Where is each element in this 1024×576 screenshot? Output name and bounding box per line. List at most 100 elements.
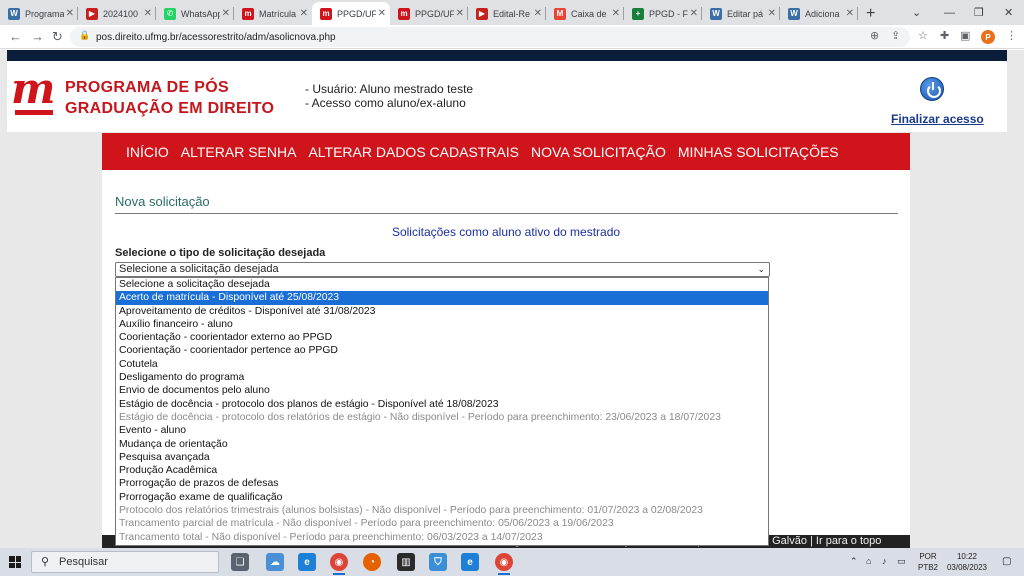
tab-close-icon[interactable]: ✕ [378,8,386,19]
tab-close-icon[interactable]: ✕ [456,8,464,19]
gmail-icon: M [554,7,566,20]
browser-tab[interactable]: ✆ WhatsApp ✕ [156,2,234,25]
app-icon[interactable]: ▥ [397,553,415,571]
browser-tab[interactable]: M Caixa de ✕ [546,2,624,25]
chevron-down-icon[interactable]: ⌄ [757,263,765,276]
clock-time: 10:22 [956,552,978,561]
side-panel-icon[interactable]: ▣ [960,29,970,42]
select-option[interactable]: Acerto de matrícula - Disponível até 25/… [116,291,768,305]
address-bar[interactable]: 🔒 pos.direito.ufmg.br/acessorestrito/adm… [70,27,910,47]
menu-item[interactable]: MINHAS SOLICITAÇÕES [678,144,839,160]
tray-chevron-icon[interactable]: ⌃ [850,556,858,567]
browser-tab[interactable]: ▶ 2024100 ✕ [78,2,156,25]
menu-item[interactable]: INÍCIO [126,144,169,160]
speaker-icon[interactable]: ♪ [882,556,887,567]
tab-close-icon[interactable]: ✕ [846,8,854,19]
tab-search-icon[interactable]: ⌄ [912,0,921,25]
battery-icon[interactable]: ▭ [897,556,906,567]
select-option[interactable]: Selecione a solicitação desejada [116,278,768,291]
tab-close-icon[interactable]: ✕ [66,8,74,19]
chrome-profile-icon[interactable]: ◉ [495,553,513,571]
tab-label: WhatsApp [181,8,220,19]
select-option[interactable]: Prorrogação exame de qualificação [116,491,768,504]
browser-tab[interactable]: m PPGD/UF ✕ [312,2,390,25]
browser-tab[interactable]: + PPGD - F ✕ [624,2,702,25]
browser-tab[interactable]: W Editar pá ✕ [702,2,780,25]
weather-icon[interactable]: ☁ [266,553,284,571]
tab-label: Caixa de [571,8,607,19]
select-option[interactable]: Evento - aluno [116,424,768,437]
browser-tab[interactable]: W Programa ✕ [0,2,78,25]
browser-tab[interactable]: W Adiciona ✕ [780,2,858,25]
clock[interactable]: 10:22 03/08/2023 [944,551,990,573]
select-option[interactable]: Mudança de orientação [116,438,768,451]
tab-label: Edital-Re [493,8,531,19]
wordpress-icon: W [788,7,800,20]
task-view-icon[interactable]: ❏ [231,553,249,571]
back-icon[interactable]: ← [9,29,22,44]
notifications-icon[interactable]: ▢ [1002,556,1011,567]
share-icon[interactable]: ⇪ [891,29,900,42]
wordpress-icon: W [8,7,20,20]
tab-label: Programa [25,8,64,19]
select-option[interactable]: Cotutela [116,358,768,371]
tab-close-icon[interactable]: ✕ [534,8,542,19]
pdf-icon: ▶ [476,7,488,20]
logout-link[interactable]: Finalizar acesso [891,112,984,126]
lang-bottom: PTB2 [917,563,938,572]
select-option[interactable]: Desligamento do programa [116,371,768,384]
tab-label: Matrícula [259,8,297,19]
select-option[interactable]: Produção Acadêmica [116,464,768,477]
store-icon[interactable]: ⛉ [429,553,447,571]
menu-item[interactable]: NOVA SOLICITAÇÃO [531,144,666,160]
reload-icon[interactable]: ↻ [52,29,63,45]
program-title: PROGRAMA DE PÓS GRADUAÇÃO EM DIREITO [65,77,274,119]
power-icon[interactable] [920,77,944,101]
select-option[interactable]: Aproveitamento de créditos - Disponível … [116,305,768,318]
tab-close-icon[interactable]: ✕ [222,8,230,19]
tab-close-icon[interactable]: ✕ [612,8,620,19]
close-window-icon[interactable]: ✕ [1004,0,1013,25]
select-option[interactable]: Prorrogação de prazos de defesas [116,477,768,490]
browser-tab[interactable]: ▶ Edital-Re ✕ [468,2,546,25]
edge-icon[interactable]: e [298,553,316,571]
forward-icon[interactable]: → [31,29,44,44]
language-indicator[interactable]: POR PTB2 [916,551,940,573]
browser-tab[interactable]: m PPGD/UF ✕ [390,2,468,25]
select-option[interactable]: Coorientação - coorientador externo ao P… [116,331,768,344]
select-option[interactable]: Coorientação - coorientador pertence ao … [116,344,768,357]
select-option[interactable]: Auxílio financeiro - aluno [116,318,768,331]
browser-tab[interactable]: m Matrícula ✕ [234,2,312,25]
minimize-icon[interactable]: — [944,0,955,25]
new-tab-button[interactable]: + [858,2,883,25]
maximize-icon[interactable]: ❐ [974,0,984,25]
tab-close-icon[interactable]: ✕ [768,8,776,19]
tab-label: Adiciona [805,8,840,19]
tab-list: W Programa ✕ ▶ 2024100 ✕ ✆ WhatsApp ✕ m Matrícula ✕… [0,2,858,25]
extensions-icon[interactable]: ✚ [940,29,949,42]
request-type-options[interactable]: Selecione a solicitação desejada Acerto d… [115,277,769,546]
tab-close-icon[interactable]: ✕ [300,8,308,19]
select-option[interactable]: Estágio de docência - protocolo dos plan… [116,398,768,411]
taskbar-search[interactable]: ⚲ Pesquisar [31,551,219,573]
windows-start-icon[interactable] [9,556,21,568]
menu-kebab-icon[interactable]: ⋮ [1006,29,1017,42]
request-type-select[interactable]: Selecione a solicitação desejada ⌄ [115,262,770,277]
sheets-icon: + [632,7,644,20]
tab-close-icon[interactable]: ✕ [690,8,698,19]
bookmark-star-icon[interactable]: ☆ [918,29,928,42]
firefox-icon[interactable]: ◔ [363,553,381,571]
tab-close-icon[interactable]: ✕ [144,8,152,19]
profile-avatar[interactable]: P [981,30,995,44]
chrome-icon[interactable]: ◉ [330,553,348,571]
menu-item[interactable]: ALTERAR DADOS CADASTRAIS [308,144,519,160]
select-option[interactable]: Pesquisa avançada [116,451,768,464]
menu-item[interactable]: ALTERAR SENHA [181,144,297,160]
ufmg-logo[interactable]: m [11,68,55,110]
network-icon[interactable]: ⌂ [866,556,871,567]
lock-icon[interactable]: 🔒 [79,30,90,41]
whatsapp-icon: ✆ [164,7,176,20]
zoom-icon[interactable]: ⊕ [870,29,879,42]
edge-alt-icon[interactable]: e [461,553,479,571]
select-option[interactable]: Envio de documentos pelo aluno [116,384,768,397]
